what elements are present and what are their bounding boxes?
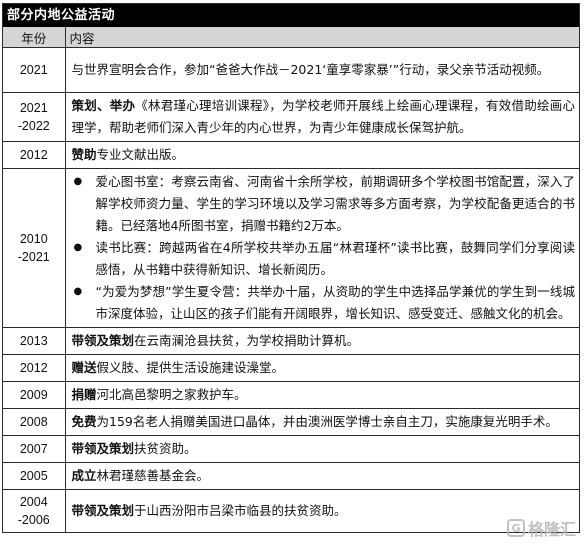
- content-bold-lead: 带领及策划: [71, 333, 135, 348]
- year-cell: 2012: [3, 354, 66, 382]
- bullet-list: ● 爱心图书室：考察云南省、河南省十余所学校，前期调研多个学校图书馆配置，深入了…: [72, 171, 576, 325]
- year-start: 2005: [19, 469, 48, 483]
- bullet-icon: ●: [73, 286, 83, 297]
- bullet-icon: ●: [73, 242, 83, 253]
- year-start: 2012: [19, 148, 48, 162]
- content-bold-lead: 成立: [71, 468, 97, 483]
- content-bold-lead: 带领及策划: [71, 503, 135, 518]
- table-row: 2013 带领及策划在云南澜沧县扶贫，为学校捐助计算机。: [3, 327, 579, 355]
- content-text: 假义肢、提供生活设施建设澡堂。: [96, 360, 285, 375]
- year-cell: 2012: [3, 141, 66, 169]
- content-bold-lead: 带领及策划: [71, 441, 135, 456]
- activities-table: 年份 内容 2021 与世界宣明会合作，参加“爸爸大作战－2021‘童享零家暴’…: [3, 27, 579, 532]
- year-start: 2004: [19, 495, 48, 509]
- content-cell: ● 爱心图书室：考察云南省、河南省十余所学校，前期调研多个学校图书馆配置，深入了…: [65, 168, 579, 328]
- content-text: 扶贫资助。: [134, 441, 197, 456]
- table-row: 2008 免费为159名老人捐赠美国进口晶体，并由澳洲医学博士亲自主刀，实施康复…: [3, 408, 579, 436]
- list-item: ● 读书比赛：跨越两省在4所学校共举办五届“林君瑾杯”读书比赛，鼓舞同学们分享阅…: [72, 237, 576, 281]
- list-item: ● “为爱为梦想”学生夏令营：共举办十届，从资助的学生中选择品学兼优的学生到一线…: [72, 281, 576, 325]
- content-bold-lead: 赞助: [71, 147, 97, 162]
- year-cell: 2010 -2021: [3, 168, 66, 328]
- content-cell: 免费为159名老人捐赠美国进口晶体，并由澳洲医学博士亲自主刀，实施康复光明手术。: [65, 408, 579, 436]
- bullet-text: 爱心图书室：考察云南省、河南省十余所学校，前期调研多个学校图书馆配置，深入了解学…: [95, 174, 576, 233]
- content-text: 在云南澜沧县扶贫，为学校捐助计算机。: [134, 333, 360, 348]
- table-row: 2010 -2021 ● 爱心图书室：考察云南省、河南省十余所学校，前期调研多个…: [3, 168, 579, 328]
- content-cell: 策划、举办《林君瑾心理培训课程》，为学校老师开展线上绘画心理课程，有效借助绘画心…: [65, 92, 579, 142]
- content-cell: 带领及策划在云南澜沧县扶贫，为学校捐助计算机。: [65, 327, 579, 355]
- year-start: 2007: [19, 442, 48, 456]
- watermark: G 格隆汇: [506, 516, 576, 540]
- content-cell: 带领及策划扶贫资助。: [65, 435, 579, 463]
- year-cell: 2007: [3, 435, 66, 463]
- list-item: ● 爱心图书室：考察云南省、河南省十余所学校，前期调研多个学校图书馆配置，深入了…: [72, 171, 576, 237]
- content-bold-lead: 赠送: [71, 360, 97, 375]
- content-cell: 成立林君瑾慈善基金会。: [65, 462, 579, 490]
- year-start: 2021: [19, 63, 48, 77]
- year-cell: 2021 -2022: [3, 92, 66, 142]
- content-bold-lead: 免费: [71, 414, 97, 429]
- year-cell: 2004 -2006: [3, 489, 66, 532]
- table-header-row: 年份 内容: [3, 27, 579, 48]
- year-start: 2021: [19, 101, 48, 115]
- year-cell: 2009: [3, 381, 66, 409]
- year-end: -2021: [17, 250, 50, 264]
- table-row: 2005 成立林君瑾慈善基金会。: [3, 462, 579, 490]
- table-title: 部分内地公益活动: [3, 4, 579, 27]
- year-end: -2022: [17, 119, 50, 133]
- table-row: 2009 捐赠河北高邑黎明之家救护车。: [3, 381, 579, 409]
- year-start: 2012: [19, 361, 48, 375]
- year-cell: 2013: [3, 327, 66, 355]
- content-cell: 赠送假义肢、提供生活设施建设澡堂。: [65, 354, 579, 382]
- content-bold-lead: 策划、举办: [71, 98, 136, 113]
- year-start: 2010: [19, 232, 48, 246]
- table-row: 2012 赞助专业文献出版。: [3, 141, 579, 169]
- content-text: 于山西汾阳市吕梁市临县的扶贫资助。: [134, 503, 347, 518]
- gelonghui-logo-icon: G: [506, 519, 525, 537]
- content-text: 河北高邑黎明之家救护车。: [96, 387, 247, 402]
- year-start: 2009: [19, 388, 48, 402]
- year-column-header: 年份: [3, 27, 66, 48]
- content-column-header: 内容: [65, 27, 579, 48]
- content-cell: 与世界宣明会合作，参加“爸爸大作战－2021‘童享零家暴’”行动，录父亲节活动视…: [65, 47, 579, 93]
- content-text: 林君瑾慈善基金会。: [96, 468, 210, 483]
- content-cell: 捐赠河北高邑黎明之家救护车。: [65, 381, 579, 409]
- table-row: 2007 带领及策划扶贫资助。: [3, 435, 579, 463]
- content-cell: 赞助专业文献出版。: [65, 141, 579, 169]
- content-cell: 带领及策划于山西汾阳市吕梁市临县的扶贫资助。: [65, 490, 579, 533]
- content-text: 《林君瑾心理培训课程》，为学校老师开展线上绘画心理课程，有效借助绘画心理学，帮助…: [71, 98, 575, 135]
- content-text: 为159名老人捐赠美国进口晶体，并由澳洲医学博士亲自主刀，实施康复光明手术。: [96, 414, 558, 429]
- year-end: -2006: [17, 513, 50, 527]
- content-text: 专业文献出版。: [96, 147, 185, 162]
- table-row: 2004 -2006 带领及策划于山西汾阳市吕梁市临县的扶贫资助。: [3, 489, 579, 533]
- watermark-text: 格隆汇: [527, 520, 576, 539]
- bullet-text: 读书比赛：跨越两省在4所学校共举办五届“林君瑾杯”读书比赛，鼓舞同学们分享阅读感…: [95, 240, 576, 277]
- table-row: 2012 赠送假义肢、提供生活设施建设澡堂。: [3, 354, 579, 382]
- table-row: 2021 -2022 策划、举办《林君瑾心理培训课程》，为学校老师开展线上绘画心…: [3, 92, 579, 142]
- table-row: 2021 与世界宣明会合作，参加“爸爸大作战－2021‘童享零家暴’”行动，录父…: [3, 47, 579, 93]
- year-cell: 2021: [3, 47, 66, 93]
- content-text: 与世界宣明会合作，参加“爸爸大作战－2021‘童享零家暴’”行动，录父亲节活动视…: [71, 62, 550, 77]
- year-cell: 2008: [3, 408, 66, 436]
- bullet-text: “为爱为梦想”学生夏令营：共举办十届，从资助的学生中选择品学兼优的学生到一线城市…: [95, 284, 576, 321]
- year-start: 2008: [19, 415, 48, 429]
- year-start: 2013: [19, 334, 48, 348]
- activities-table-container: 部分内地公益活动 年份 内容 2021 与世界宣明会合作，参加“爸爸大作战－20…: [2, 3, 580, 533]
- content-bold-lead: 捐赠: [71, 387, 97, 402]
- bullet-icon: ●: [73, 176, 83, 187]
- year-cell: 2005: [3, 462, 66, 490]
